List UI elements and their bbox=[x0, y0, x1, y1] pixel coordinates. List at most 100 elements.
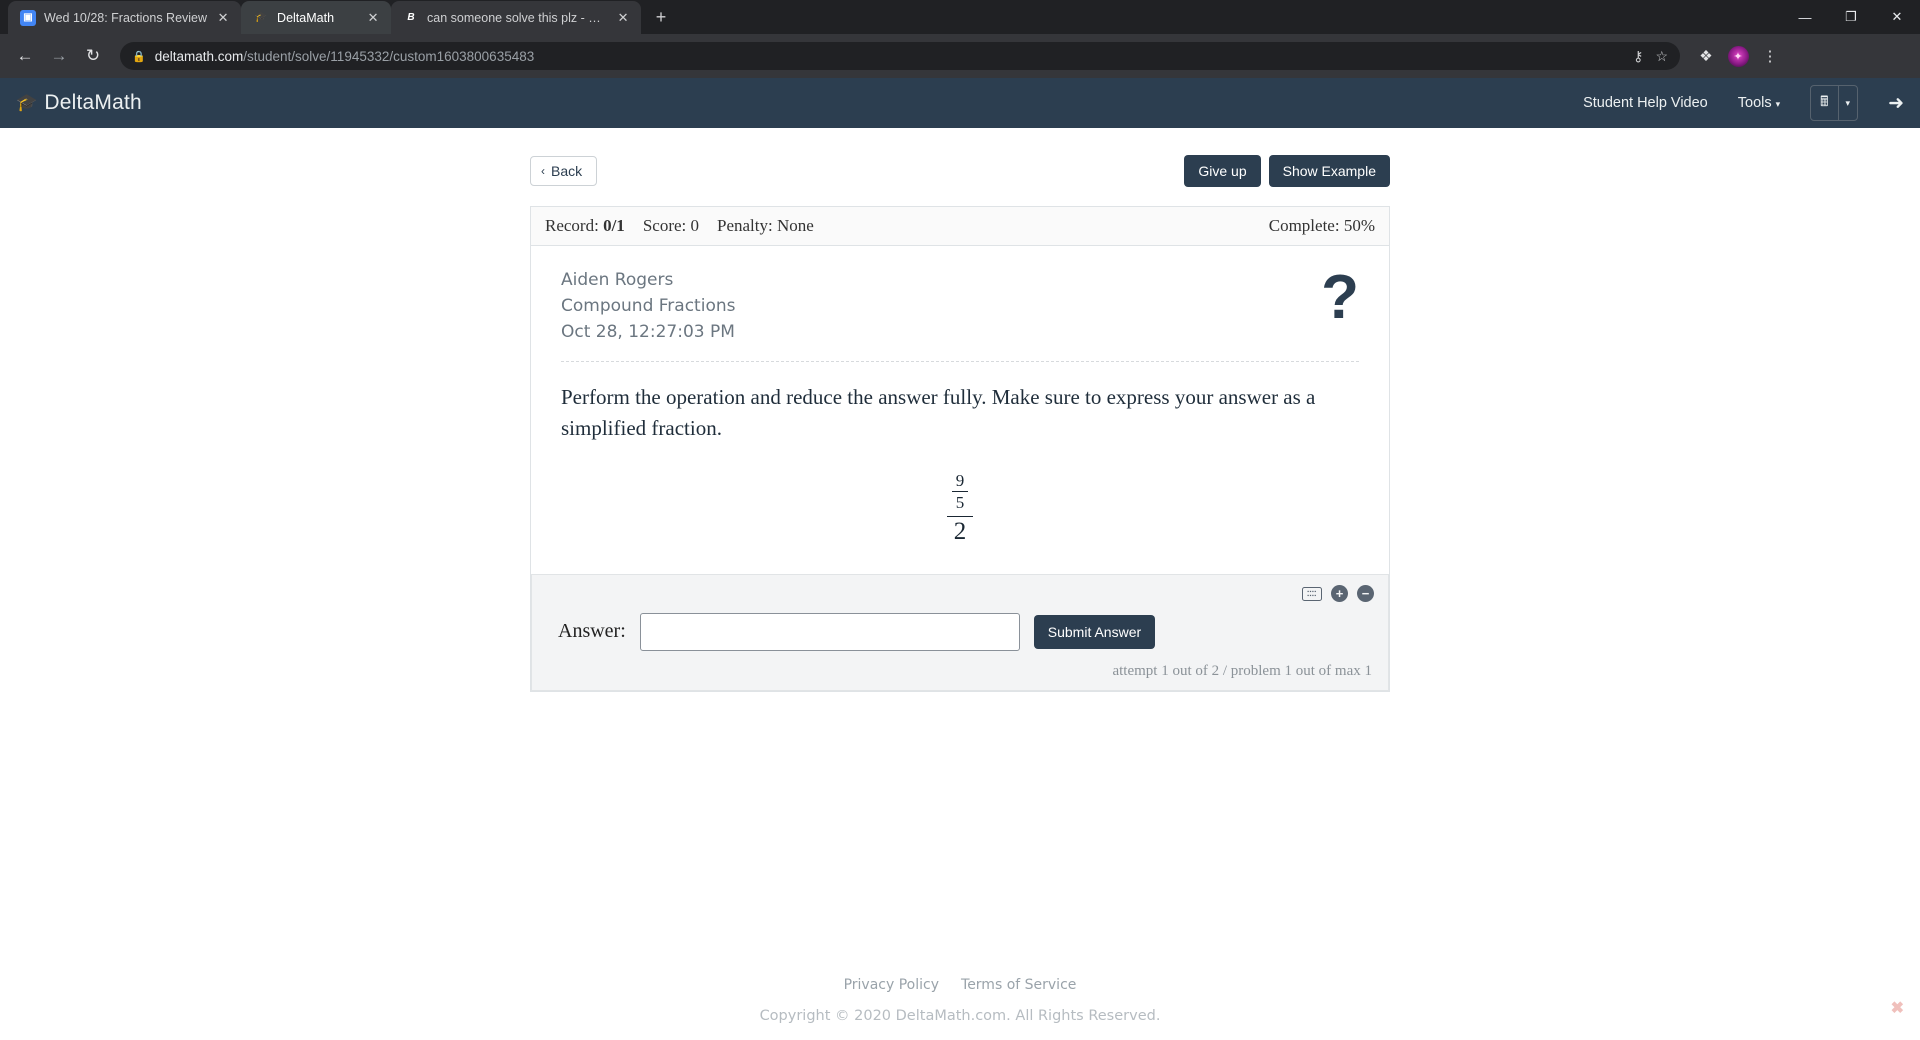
outer-denominator: 2 bbox=[953, 518, 967, 546]
extensions-puzzle-icon[interactable]: ❖ bbox=[1692, 42, 1720, 70]
tab-title: DeltaMath bbox=[277, 10, 335, 25]
chevron-left-icon: ‹ bbox=[541, 164, 545, 178]
bookmark-star-icon[interactable]: ☆ bbox=[1655, 48, 1668, 65]
record-stat: Record: 0/1 bbox=[545, 216, 625, 236]
address-bar[interactable]: 🔒 deltamath.com/student/solve/11945332/c… bbox=[120, 42, 1680, 70]
browser-tab-strip: ▣ Wed 10/28: Fractions Review ✕ 🎓 DeltaM… bbox=[0, 0, 1920, 34]
attempt-status: attempt 1 out of 2 / problem 1 out of ma… bbox=[1112, 662, 1372, 679]
browser-tab-1[interactable]: ▣ Wed 10/28: Fractions Review ✕ bbox=[8, 1, 242, 34]
close-icon[interactable]: ✕ bbox=[365, 10, 381, 26]
answer-input[interactable] bbox=[639, 612, 1020, 651]
main-content: ‹ Back Give up Show Example Record: 0/1 … bbox=[530, 128, 1390, 692]
brainly-icon: B bbox=[407, 12, 415, 23]
tools-menu[interactable]: Tools ▾ bbox=[1738, 95, 1780, 111]
privacy-policy-link[interactable]: Privacy Policy bbox=[844, 977, 939, 993]
deltamath-icon: 🎓 bbox=[254, 12, 268, 23]
page-footer: Privacy Policy Terms of Service Copyrigh… bbox=[0, 977, 1920, 1024]
browser-window: ▣ Wed 10/28: Fractions Review ✕ 🎓 DeltaM… bbox=[0, 0, 1920, 1040]
divider bbox=[561, 361, 1359, 363]
footer-links: Privacy Policy Terms of Service bbox=[0, 977, 1920, 993]
zoom-out-icon[interactable]: − bbox=[1357, 585, 1374, 603]
avatar: ✦ bbox=[1727, 45, 1749, 67]
help-question-mark-icon[interactable]: ? bbox=[1321, 267, 1359, 329]
inner-fraction: 9 5 bbox=[952, 471, 969, 512]
reload-icon[interactable]: ↻ bbox=[78, 41, 108, 71]
problem-prompt: Perform the operation and reduce the ans… bbox=[561, 385, 1316, 440]
browser-tab-3[interactable]: B can someone solve this plz - Brai ✕ bbox=[391, 1, 642, 34]
browser-tab-2[interactable]: 🎓 DeltaMath ✕ bbox=[241, 1, 392, 34]
tools-label: Tools bbox=[1737, 95, 1772, 111]
problem-card: Aiden Rogers Compound Fractions Oct 28, … bbox=[530, 246, 1390, 692]
score-stat: Score: 0 bbox=[643, 216, 699, 236]
inner-denominator: 5 bbox=[955, 493, 965, 513]
browser-menu-icon[interactable]: ⋮ bbox=[1756, 42, 1784, 70]
deltamath-logo[interactable]: 🎓 DeltaMath bbox=[16, 91, 142, 115]
answer-row: Answer: Submit Answer bbox=[546, 612, 1374, 651]
calculator-chevron-down-icon[interactable]: ▾ bbox=[1837, 86, 1858, 120]
show-example-button[interactable]: Show Example bbox=[1268, 155, 1390, 187]
copyright-text: Copyright © 2020 DeltaMath.com. All Righ… bbox=[759, 1008, 1161, 1024]
answer-panel: ▪▪▪▪ ▪▪▪▪ + − Answer: Submit Answer attem… bbox=[531, 573, 1389, 691]
new-tab-button[interactable]: + bbox=[647, 3, 675, 31]
inner-numerator: 9 bbox=[955, 471, 965, 491]
record-label: Record: bbox=[545, 216, 599, 235]
give-up-button[interactable]: Give up bbox=[1184, 155, 1261, 187]
calculator-button-group[interactable]: 🖩 ▾ bbox=[1810, 85, 1859, 121]
back-button[interactable]: ‹ Back bbox=[530, 156, 598, 186]
back-button-label: Back bbox=[551, 163, 583, 179]
password-key-icon[interactable]: ⚷ bbox=[1633, 48, 1643, 65]
student-name: Aiden Rogers bbox=[561, 270, 674, 290]
score-value: 0 bbox=[690, 216, 700, 235]
assignment-name: Compound Fractions bbox=[561, 295, 736, 316]
omnibox-icons: ⚷ ☆ bbox=[1633, 48, 1668, 65]
outer-fraction-bar bbox=[947, 516, 973, 518]
forward-navigation-icon[interactable]: → bbox=[44, 41, 74, 71]
browser-toolbar: ← → ↻ 🔒 deltamath.com/student/solve/1194… bbox=[0, 34, 1920, 78]
brand-label: DeltaMath bbox=[44, 91, 142, 114]
complete-value: 50% bbox=[1343, 216, 1375, 235]
record-value: 0/1 bbox=[603, 216, 625, 235]
answer-label: Answer: bbox=[558, 620, 626, 643]
url-text: deltamath.com/student/solve/11945332/cus… bbox=[155, 49, 535, 64]
math-expression: 9 5 2 bbox=[561, 443, 1359, 567]
complete-stat: Complete: 50% bbox=[1269, 216, 1375, 236]
maximize-button[interactable]: ❐ bbox=[1828, 0, 1874, 34]
graduation-cap-icon: 🎓 bbox=[16, 93, 38, 112]
back-navigation-icon[interactable]: ← bbox=[10, 41, 40, 71]
close-icon[interactable]: ✕ bbox=[215, 10, 231, 26]
compound-fraction: 9 5 2 bbox=[947, 471, 973, 545]
complete-label: Complete: bbox=[1268, 216, 1340, 235]
lock-icon: 🔒 bbox=[132, 50, 146, 63]
zoom-in-icon[interactable]: + bbox=[1331, 585, 1348, 603]
penalty-label: Penalty: bbox=[717, 216, 773, 235]
url-domain: deltamath.com bbox=[154, 48, 244, 64]
terms-of-service-link[interactable]: Terms of Service bbox=[961, 977, 1076, 993]
submit-answer-button[interactable]: Submit Answer bbox=[1033, 614, 1156, 649]
problem-meta: Aiden Rogers Compound Fractions Oct 28, … bbox=[561, 268, 735, 345]
url-path: /student/solve/11945332/custom1603800635… bbox=[243, 48, 535, 64]
calculator-icon[interactable]: 🖩 bbox=[1811, 86, 1837, 120]
close-icon[interactable]: ✕ bbox=[615, 10, 631, 26]
answer-toolbar: ▪▪▪▪ ▪▪▪▪ + − bbox=[546, 583, 1374, 605]
window-controls: — ❐ ✕ bbox=[1782, 0, 1920, 34]
student-help-video-link[interactable]: Student Help Video bbox=[1583, 95, 1708, 111]
tab-title: can someone solve this plz - Brai bbox=[427, 10, 608, 25]
tab-title: Wed 10/28: Fractions Review bbox=[44, 10, 208, 25]
profile-avatar-icon[interactable]: ✦ bbox=[1724, 42, 1752, 70]
score-label: Score: bbox=[642, 216, 687, 235]
inner-fraction-bar bbox=[952, 491, 968, 493]
status-bar: Record: 0/1 Score: 0 Penalty: None Compl… bbox=[530, 206, 1390, 246]
site-navbar: 🎓 DeltaMath Student Help Video Tools ▾ 🖩 … bbox=[0, 78, 1920, 128]
slides-icon: ▣ bbox=[20, 9, 36, 26]
logout-icon[interactable]: ➜ bbox=[1888, 92, 1904, 115]
problem-action-buttons: Give up Show Example bbox=[1184, 155, 1390, 187]
minimize-button[interactable]: — bbox=[1782, 0, 1828, 34]
chevron-down-icon: ▾ bbox=[1775, 99, 1781, 109]
window-close-button[interactable]: ✕ bbox=[1874, 0, 1920, 34]
navbar-right: Student Help Video Tools ▾ 🖩 ▾ ➜ bbox=[1583, 85, 1904, 121]
keyboard-icon[interactable]: ▪▪▪▪ ▪▪▪▪ bbox=[1302, 586, 1322, 601]
problem-header: Aiden Rogers Compound Fractions Oct 28, … bbox=[561, 267, 1359, 345]
notification-close-icon[interactable]: ✖ bbox=[1891, 998, 1904, 1018]
penalty-value: None bbox=[776, 216, 814, 235]
penalty-stat: Penalty: None bbox=[717, 216, 814, 236]
